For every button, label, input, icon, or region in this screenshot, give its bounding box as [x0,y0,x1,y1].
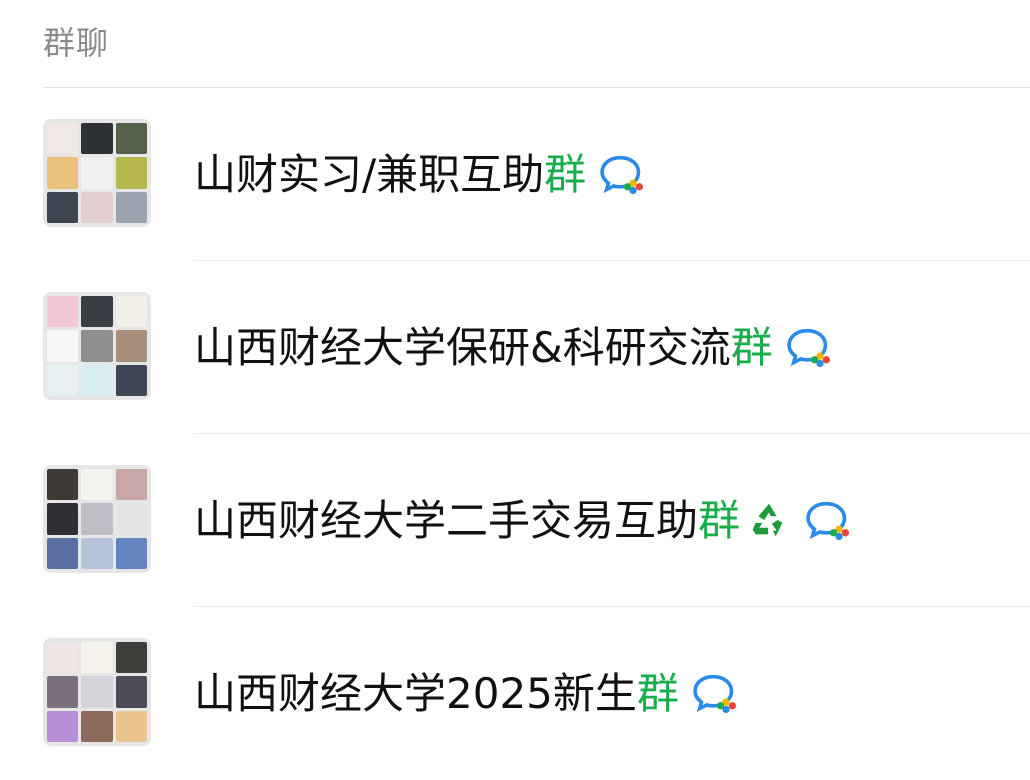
avatar-tile [115,503,147,535]
avatar-tile [115,330,147,362]
group-row[interactable]: 山西财经大学二手交易互助群 [0,434,1030,607]
group-list: 山财实习/兼职互助群 山西财经大学保研&科研交流群 山西财经大学二手交易互助群 [0,88,1030,780]
group-title: 山财实习/兼职互助群 [194,150,646,200]
group-name-highlight: 群 [730,323,773,372]
group-avatar [43,638,151,746]
avatar-tile [115,537,147,569]
avatar-tile [47,676,79,708]
avatar-tile [81,537,113,569]
avatar-tile [47,330,79,362]
group-title: 山西财经大学2025新生群 [194,669,739,719]
avatar-tile [81,469,113,501]
group-row[interactable]: 山西财经大学2025新生群 [0,607,1030,780]
group-title: 山西财经大学保研&科研交流群 [194,323,833,373]
avatar-tile [81,642,113,674]
group-name-highlight: 群 [636,669,679,718]
avatar-tile [47,364,79,396]
group-name: 山西财经大学二手交易互助 [194,496,699,545]
avatar-tile [115,469,147,501]
group-name-highlight: 群 [544,150,587,199]
group-title: 山西财经大学二手交易互助群 [194,496,852,546]
avatar-tile [81,157,113,189]
group-avatar [43,465,151,573]
avatar-tile [115,157,147,189]
avatar-tile [47,296,79,328]
avatar-tile [47,642,79,674]
avatar-tile [81,676,113,708]
group-name: 山财实习/兼职互助 [194,150,545,199]
avatar-tile [115,191,147,223]
avatar-tile [115,642,147,674]
avatar-tile [81,191,113,223]
group-row[interactable]: 山财实习/兼职互助群 [0,88,1030,261]
avatar-tile [81,710,113,742]
avatar-tile [115,296,147,328]
group-name: 山西财经大学2025新生 [194,669,637,718]
avatar-tile [47,123,79,155]
section-header: 群聊 [43,24,110,62]
recycle-icon [746,498,792,544]
wecom-chat-icon [806,501,852,541]
avatar-tile [81,296,113,328]
avatar-tile [115,364,147,396]
avatar-tile [47,503,79,535]
wecom-chat-icon [787,328,833,368]
group-avatar [43,292,151,400]
group-name-highlight: 群 [698,496,741,545]
wecom-chat-icon [600,155,646,195]
group-row[interactable]: 山西财经大学保研&科研交流群 [0,261,1030,434]
avatar-tile [115,710,147,742]
avatar-tile [47,191,79,223]
avatar-tile [47,157,79,189]
avatar-tile [81,123,113,155]
avatar-tile [81,364,113,396]
avatar-tile [47,710,79,742]
avatar-tile [47,469,79,501]
avatar-tile [81,330,113,362]
group-avatar [43,119,151,227]
avatar-tile [115,676,147,708]
group-name: 山西财经大学保研&科研交流 [194,323,731,372]
avatar-tile [81,503,113,535]
wecom-chat-icon [693,674,739,714]
avatar-tile [47,537,79,569]
avatar-tile [115,123,147,155]
